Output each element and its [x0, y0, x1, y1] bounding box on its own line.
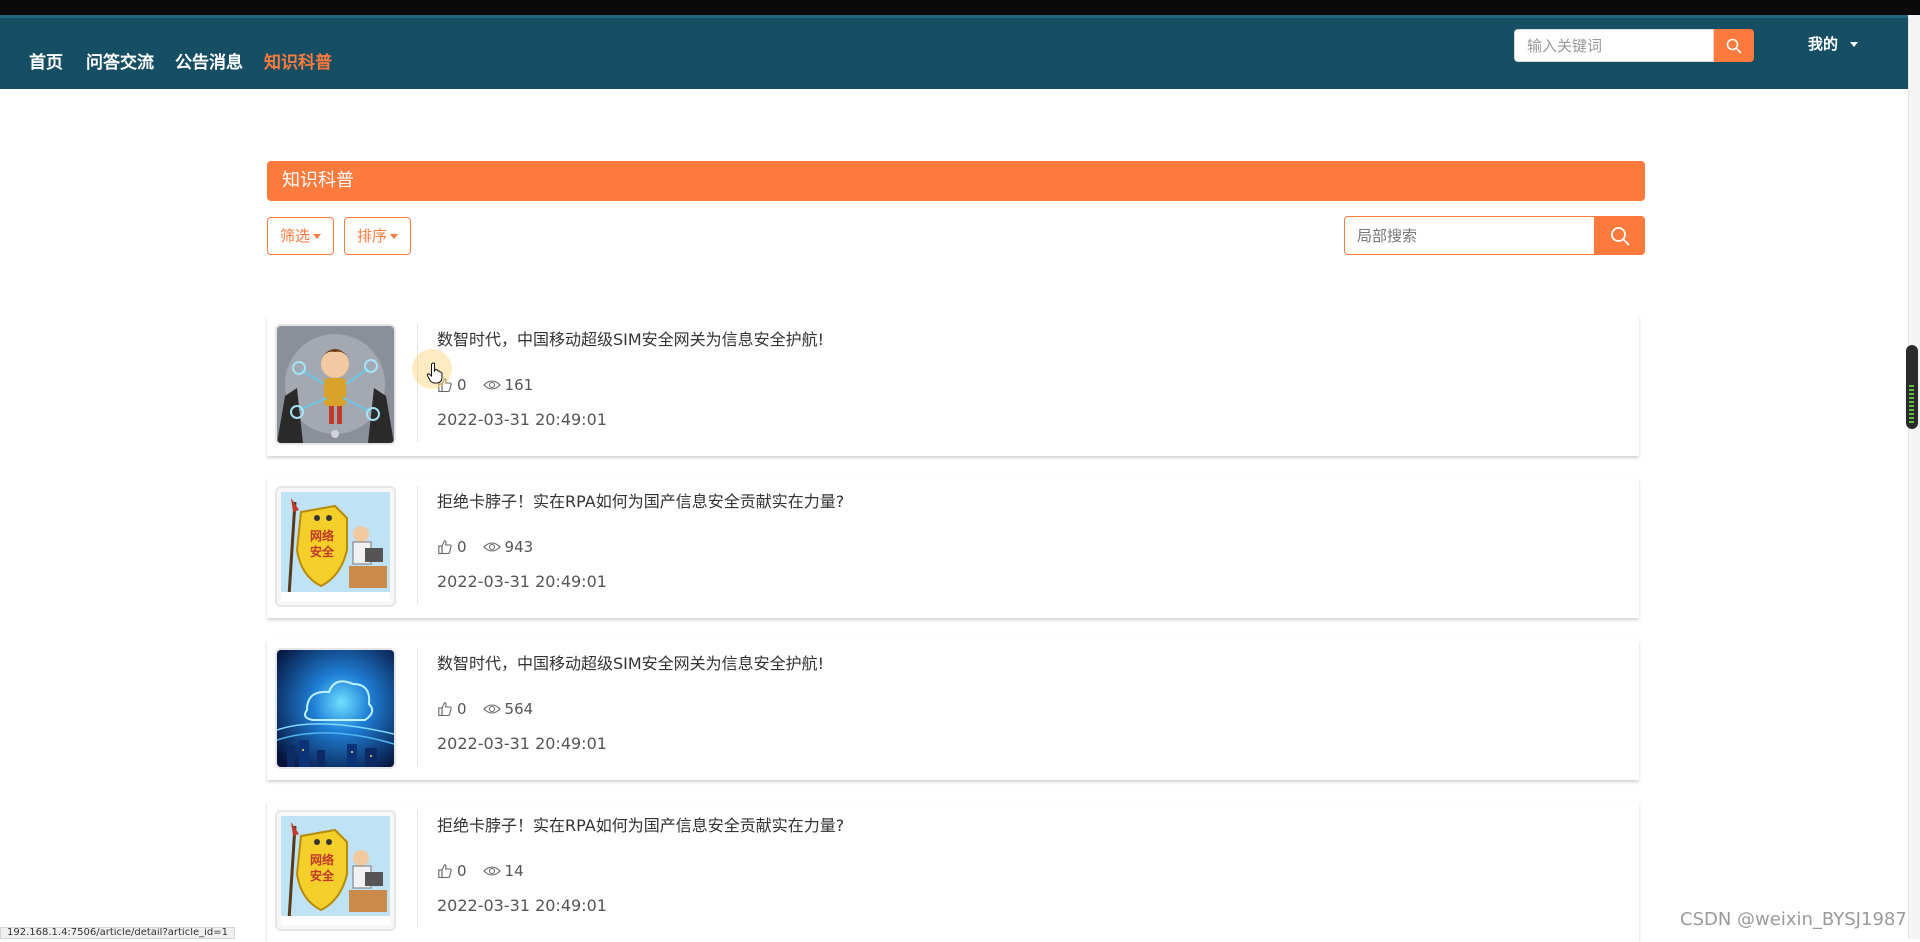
article-card[interactable]: 网络 安全 拒绝卡脖子！实在RPA如何为国产信息安全贡献实在力量? 0 14 2… [267, 802, 1639, 942]
scrollbar-track[interactable] [1908, 15, 1920, 939]
blue-cloud-city-image [277, 650, 394, 767]
vertical-divider [417, 648, 418, 766]
local-search-input[interactable] [1344, 216, 1595, 255]
article-date: 2022-03-31 20:49:01 [437, 572, 607, 591]
article-card[interactable]: 网络 安全 拒绝卡脖子！实在RPA如何为国产信息安全贡献实在力量? 0 943 … [267, 478, 1639, 618]
scrollbar-thumb[interactable] [1906, 345, 1918, 429]
like-count: 0 [457, 376, 467, 394]
article-title[interactable]: 拒绝卡脖子！实在RPA如何为国产信息安全贡献实在力量? [437, 812, 844, 836]
article-date: 2022-03-31 20:49:01 [437, 896, 607, 915]
article-stats: 0 943 [437, 538, 533, 556]
caret-down-icon [390, 234, 399, 239]
article-thumbnail[interactable]: 网络 安全 [275, 486, 396, 607]
thumbs-up-icon[interactable] [437, 701, 453, 717]
network-security-shield-image: 网络 安全 [277, 812, 394, 929]
section-header: 知识科普 [267, 161, 1645, 201]
user-menu-label: 我的 [1808, 35, 1839, 53]
like-count: 0 [457, 862, 467, 880]
like-count: 0 [457, 700, 467, 718]
nav-item-home[interactable]: 首页 [29, 48, 63, 73]
article-card[interactable]: 数智时代，中国移动超级SIM安全网关为信息安全护航! 0 161 2022-03… [267, 316, 1639, 456]
article-title[interactable]: 拒绝卡脖子！实在RPA如何为国产信息安全贡献实在力量? [437, 488, 844, 512]
nav-item-knowledge[interactable]: 知识科普 [264, 48, 332, 73]
view-count: 14 [504, 862, 524, 880]
top-search-button[interactable] [1714, 29, 1754, 62]
article-date: 2022-03-31 20:49:01 [437, 734, 607, 753]
article-stats: 0 161 [437, 376, 533, 394]
browser-status-bar: 192.168.1.4:7506/article/detail?article_… [0, 927, 236, 939]
article-card[interactable]: 数智时代，中国移动超级SIM安全网关为信息安全护航! 0 564 2022-03… [267, 640, 1639, 780]
svg-text:安全: 安全 [310, 868, 335, 883]
article-title[interactable]: 数智时代，中国移动超级SIM安全网关为信息安全护航! [437, 650, 824, 674]
sort-button-label: 排序 [357, 227, 388, 245]
filter-button[interactable]: 筛选 [267, 217, 335, 255]
article-stats: 0 564 [437, 700, 533, 718]
eye-icon [482, 540, 501, 554]
svg-text:安全: 安全 [310, 544, 335, 559]
article-thumbnail[interactable] [275, 324, 396, 445]
search-icon [1611, 226, 1630, 245]
nav-item-qa[interactable]: 问答交流 [86, 48, 154, 73]
like-count: 0 [457, 538, 467, 556]
article-date: 2022-03-31 20:49:01 [437, 410, 607, 429]
vertical-divider [417, 810, 418, 928]
article-stats: 0 14 [437, 862, 524, 880]
user-menu[interactable]: 我的 [1808, 33, 1859, 54]
vertical-divider [417, 486, 418, 604]
article-thumbnail[interactable]: 网络 安全 [275, 810, 396, 931]
hand-cursor-icon [426, 362, 443, 384]
view-count: 943 [504, 538, 534, 556]
article-thumbnail[interactable] [275, 648, 396, 769]
caret-down-icon [1850, 42, 1859, 47]
nav-item-announcements[interactable]: 公告消息 [175, 48, 243, 73]
top-search-input[interactable] [1514, 29, 1714, 62]
article-title[interactable]: 数智时代，中国移动超级SIM安全网关为信息安全护航! [437, 326, 824, 350]
svg-text:网络: 网络 [310, 852, 334, 867]
svg-text:网络: 网络 [310, 528, 334, 543]
view-count: 161 [504, 376, 534, 394]
thumbs-up-icon[interactable] [437, 539, 453, 555]
cartoon-network-man-image [277, 326, 394, 443]
eye-icon [482, 378, 501, 392]
eye-icon [482, 864, 501, 878]
local-search-button[interactable] [1595, 216, 1645, 255]
sort-button[interactable]: 排序 [344, 217, 412, 255]
view-count: 564 [504, 700, 534, 718]
network-security-shield-image: 网络 安全 [277, 488, 394, 605]
caret-down-icon [313, 234, 322, 239]
search-icon [1726, 38, 1742, 53]
eye-icon [482, 702, 501, 716]
browser-top-bar [0, 0, 1920, 15]
watermark: CSDN @weixin_BYSJ1987 [1680, 909, 1907, 930]
thumbs-up-icon[interactable] [437, 863, 453, 879]
filter-button-label: 筛选 [280, 227, 311, 245]
